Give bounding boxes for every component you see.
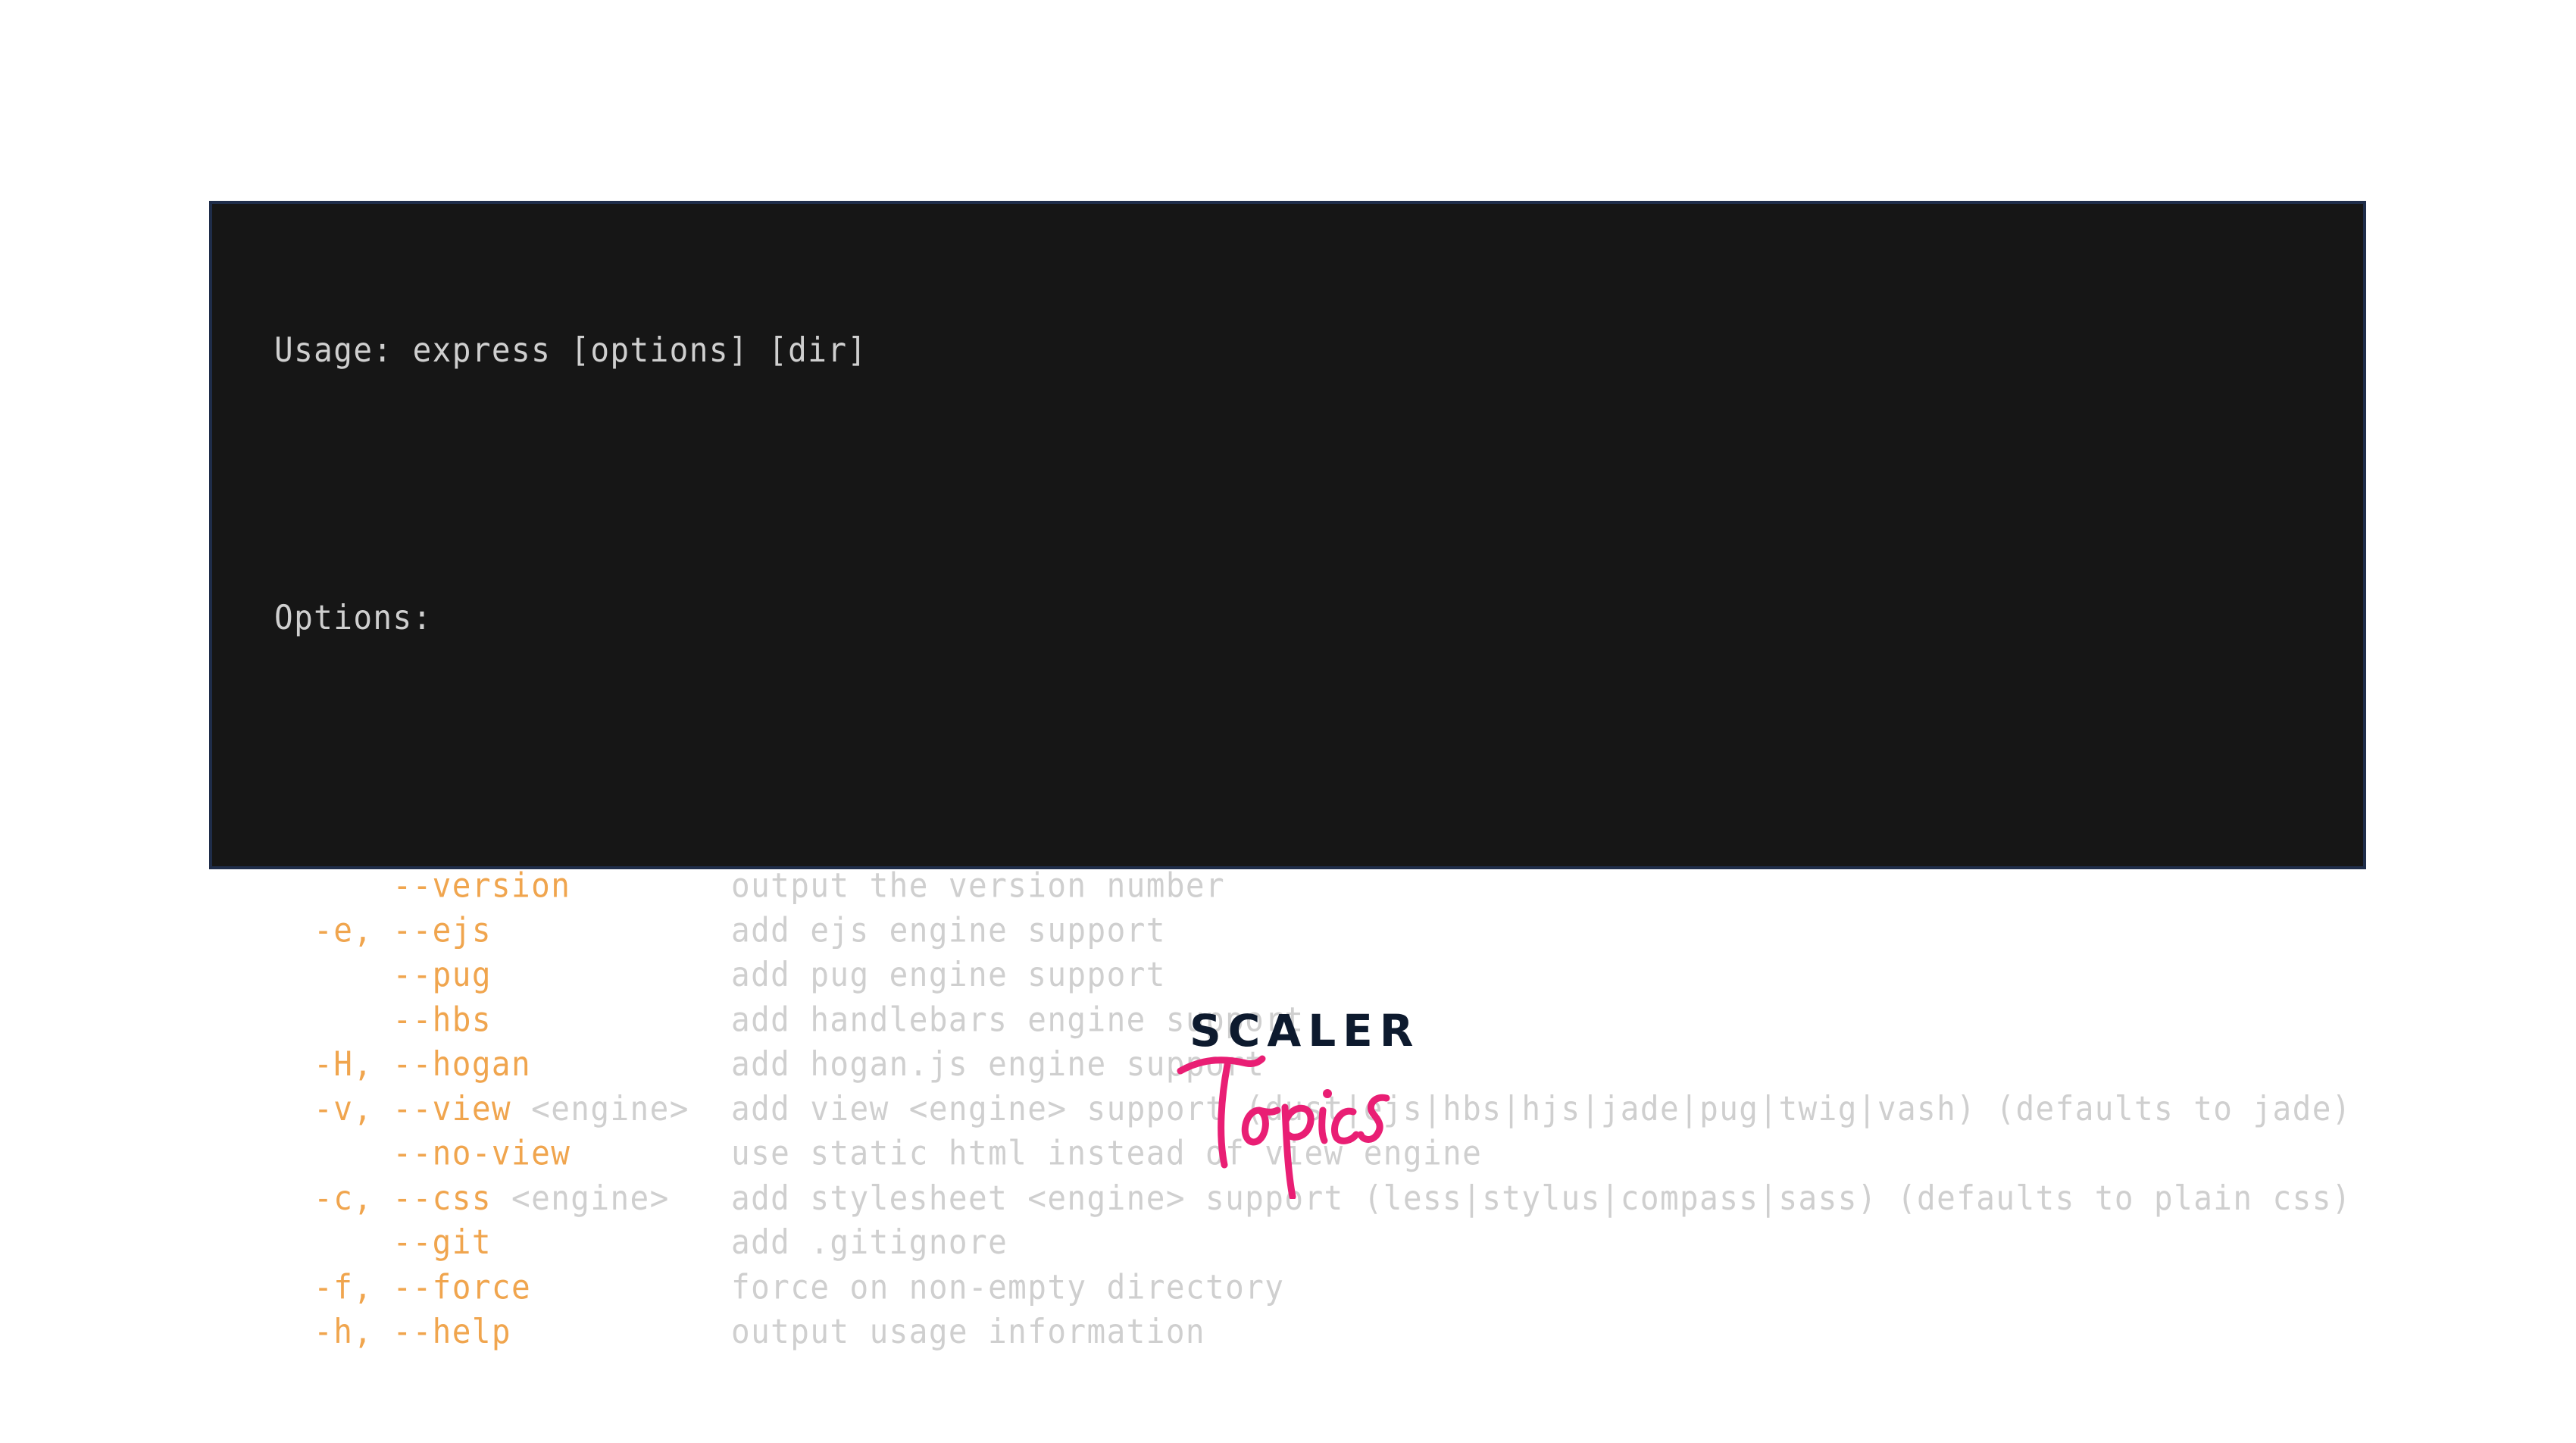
option-long-flag: --force	[392, 1267, 532, 1307]
option-row: -e, --ejs add ejs engine support	[274, 908, 2352, 953]
option-row: -h, --help output usage information	[274, 1310, 2352, 1354]
option-short-flag	[274, 955, 393, 994]
option-flags: --hbs	[274, 997, 731, 1042]
option-description: add stylesheet <engine> support (less|st…	[731, 1178, 2352, 1218]
option-long-flag: --ejs	[392, 910, 492, 950]
option-description: force on non-empty directory	[731, 1267, 1285, 1307]
option-flags: -e, --ejs	[274, 908, 731, 953]
option-argument: <engine>	[511, 1088, 689, 1128]
option-flags: --no-view	[274, 1131, 731, 1175]
option-description: add view <engine> support (dust|ejs|hbs|…	[731, 1088, 2352, 1128]
topics-i-dot	[1323, 1089, 1332, 1098]
option-short-flag	[274, 865, 393, 905]
topics-s	[1357, 1094, 1390, 1143]
option-short-flag: -e,	[274, 910, 393, 950]
logo-topics-script	[1177, 1055, 1390, 1199]
option-row: --version output the version number	[274, 863, 2352, 908]
scaler-topics-logo: SCALER	[1167, 1004, 1413, 1201]
option-description: output usage information	[731, 1311, 1206, 1351]
terminal-window: Usage: express [options] [dir] Options: …	[209, 201, 2366, 1351]
option-row: -f, --force force on non-empty directory	[274, 1265, 2352, 1310]
option-flags: -v, --view <engine>	[274, 1086, 731, 1131]
topics-o	[1241, 1107, 1281, 1146]
option-flags: -h, --help	[274, 1310, 731, 1354]
option-flags: --pug	[274, 953, 731, 997]
option-flags: -c, --css <engine>	[274, 1175, 731, 1220]
option-long-flag: --hogan	[392, 1044, 532, 1084]
option-argument: <engine>	[491, 1178, 670, 1218]
option-long-flag: --version	[392, 865, 571, 906]
option-long-flag: --no-view	[392, 1133, 571, 1173]
option-short-flag	[274, 1222, 393, 1262]
option-long-flag: --git	[392, 1222, 492, 1262]
option-flags: --version	[274, 863, 731, 908]
usage-line: Usage: express [options] [dir]	[274, 330, 868, 370]
topics-p	[1281, 1103, 1315, 1199]
option-description: add ejs engine support	[731, 910, 1166, 950]
option-long-flag: --help	[392, 1311, 512, 1351]
option-short-flag: -h,	[274, 1311, 393, 1351]
option-long-flag: --pug	[392, 955, 492, 994]
topics-T-stem	[1218, 1061, 1231, 1169]
option-description: output the version number	[731, 865, 1226, 906]
option-row: --git add .gitignore	[274, 1220, 2352, 1265]
terminal-output: Usage: express [options] [dir] Options: …	[274, 239, 2352, 1443]
option-short-flag: -c,	[274, 1178, 393, 1218]
option-short-flag: -H,	[274, 1044, 393, 1084]
options-heading: Options:	[274, 598, 433, 637]
option-flags: -H, --hogan	[274, 1041, 731, 1086]
option-short-flag: -f,	[274, 1267, 393, 1307]
option-long-flag: --view	[392, 1088, 512, 1128]
topics-i	[1318, 1107, 1328, 1144]
option-short-flag: -v,	[274, 1088, 393, 1128]
topics-c	[1331, 1107, 1360, 1144]
option-short-flag	[274, 1000, 393, 1039]
option-description: add .gitignore	[731, 1222, 1008, 1262]
topics-T-bar	[1177, 1055, 1266, 1075]
option-short-flag	[274, 1133, 393, 1172]
option-row: --pug add pug engine support	[274, 953, 2352, 997]
logo-brand-text: SCALER	[1190, 1005, 1421, 1056]
option-long-flag: --hbs	[392, 999, 492, 1039]
option-flags: --git	[274, 1220, 731, 1265]
option-flags: -f, --force	[274, 1265, 731, 1310]
option-long-flag: --css	[392, 1178, 492, 1218]
option-description: add pug engine support	[731, 955, 1166, 994]
